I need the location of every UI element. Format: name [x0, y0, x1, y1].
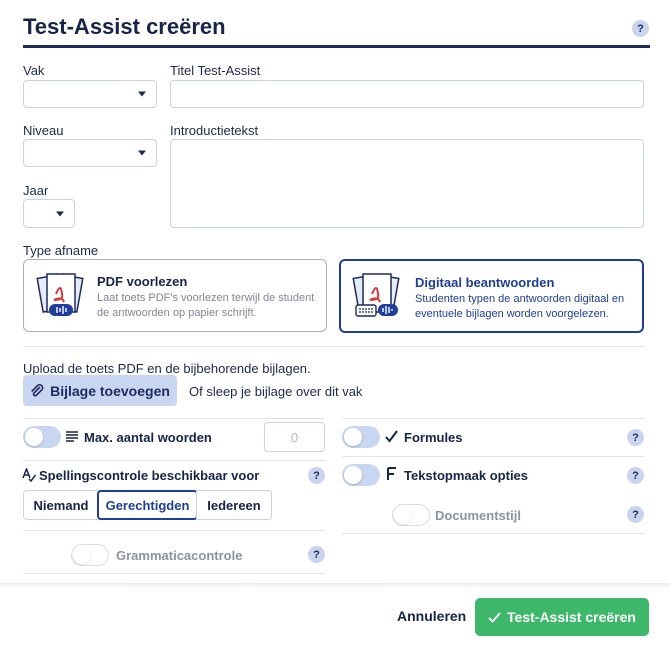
title-divider	[23, 45, 650, 48]
max-words-input[interactable]: 0	[264, 422, 325, 452]
card-desc-line-1: Studenten typen de antwoorden digitaal e…	[415, 293, 625, 305]
spellcheck-icon	[22, 468, 36, 482]
footer-divider	[0, 583, 670, 589]
titel-label: Titel Test-Assist	[170, 63, 261, 78]
check-formula-icon	[385, 430, 398, 443]
upload-instruction: Upload de toets PDF en de bijbehorende b…	[23, 361, 311, 376]
chevron-down-icon	[138, 91, 146, 97]
max-words-label: Max. aantal woorden	[84, 430, 212, 445]
spelling-option-iedereen[interactable]: Iedereen	[196, 490, 272, 520]
intro-textarea[interactable]	[170, 139, 644, 228]
divider	[23, 418, 325, 419]
titel-input[interactable]	[170, 80, 644, 108]
documentstijl-toggle[interactable]	[392, 504, 430, 526]
card-desc-line-2: de antwoorden op papier schrijft.	[97, 307, 257, 319]
formules-label: Formules	[404, 430, 463, 445]
niveau-select[interactable]	[23, 139, 157, 167]
grammar-toggle[interactable]	[71, 544, 109, 566]
create-button-label: Test-Assist creëren	[507, 609, 636, 625]
chevron-down-icon	[56, 211, 64, 216]
tekstopmaak-label: Tekstopmaak opties	[404, 468, 529, 483]
jaar-select[interactable]	[23, 199, 75, 228]
spelling-option-niemand[interactable]: Niemand	[23, 490, 99, 520]
card-desc-line-2: eventuele bijlagen worden voorgelezen.	[415, 308, 609, 320]
help-icon[interactable]: ?	[632, 20, 649, 37]
tekstopmaak-toggle[interactable]	[342, 464, 380, 486]
divider	[23, 460, 325, 461]
intro-label: Introductietekst	[170, 123, 259, 138]
help-icon[interactable]: ?	[627, 429, 644, 446]
help-icon[interactable]: ?	[308, 546, 325, 563]
pdf-audio-icon	[36, 273, 84, 316]
spelling-option-gerechtigden[interactable]: Gerechtigden	[97, 490, 198, 520]
type-afname-label: Type afname	[23, 243, 99, 258]
card-title: Digitaal beantwoorden	[415, 275, 555, 290]
divider	[23, 530, 325, 531]
niveau-label: Niveau	[23, 123, 64, 138]
check-icon	[488, 611, 501, 623]
option-card-digitaal-beantwoorden[interactable]: Digitaal beantwoorden Studenten typen de…	[339, 259, 644, 333]
toggle-knob	[25, 428, 43, 446]
add-attachment-label: Bijlage toevoegen	[50, 382, 170, 399]
add-attachment-button[interactable]: Bijlage toevoegen	[23, 375, 177, 406]
help-icon[interactable]: ?	[627, 506, 644, 523]
divider	[23, 573, 325, 574]
documentstijl-label: Documentstijl	[435, 508, 521, 523]
toggle-knob	[394, 506, 412, 524]
toggle-knob	[344, 428, 362, 446]
paperclip-icon	[31, 383, 44, 397]
grammar-label: Grammaticacontrole	[116, 548, 243, 563]
chevron-down-icon	[138, 150, 146, 156]
dialog-title: Test-Assist creëren	[23, 14, 226, 39]
formules-toggle[interactable]	[342, 426, 380, 448]
card-title: PDF voorlezen	[97, 274, 188, 289]
text-lines-icon	[66, 431, 78, 442]
divider	[342, 456, 644, 457]
card-desc-line-1: Laat toets PDF's voorlezen terwijl de st…	[97, 292, 315, 304]
option-card-pdf-voorlezen[interactable]: PDF voorlezen Laat toets PDF's voorlezen…	[23, 259, 327, 332]
cancel-button[interactable]: Annuleren	[397, 608, 466, 624]
toggle-knob	[73, 546, 91, 564]
section-divider	[23, 346, 644, 347]
divider	[342, 418, 644, 419]
font-format-icon	[387, 467, 396, 480]
vak-label: Vak	[23, 63, 45, 78]
drop-hint: Of sleep je bijlage over dit vak	[189, 384, 363, 399]
create-test-assist-button[interactable]: Test-Assist creëren	[475, 598, 649, 636]
pdf-keyboard-icon	[352, 273, 400, 317]
spelling-label: Spellingscontrole beschikbaar voor	[39, 468, 260, 483]
divider	[342, 533, 644, 534]
vak-select[interactable]	[23, 80, 157, 108]
help-icon[interactable]: ?	[627, 467, 644, 484]
help-icon[interactable]: ?	[308, 467, 325, 484]
toggle-knob	[344, 466, 362, 484]
max-words-toggle[interactable]	[23, 426, 61, 448]
jaar-label: Jaar	[23, 183, 49, 198]
